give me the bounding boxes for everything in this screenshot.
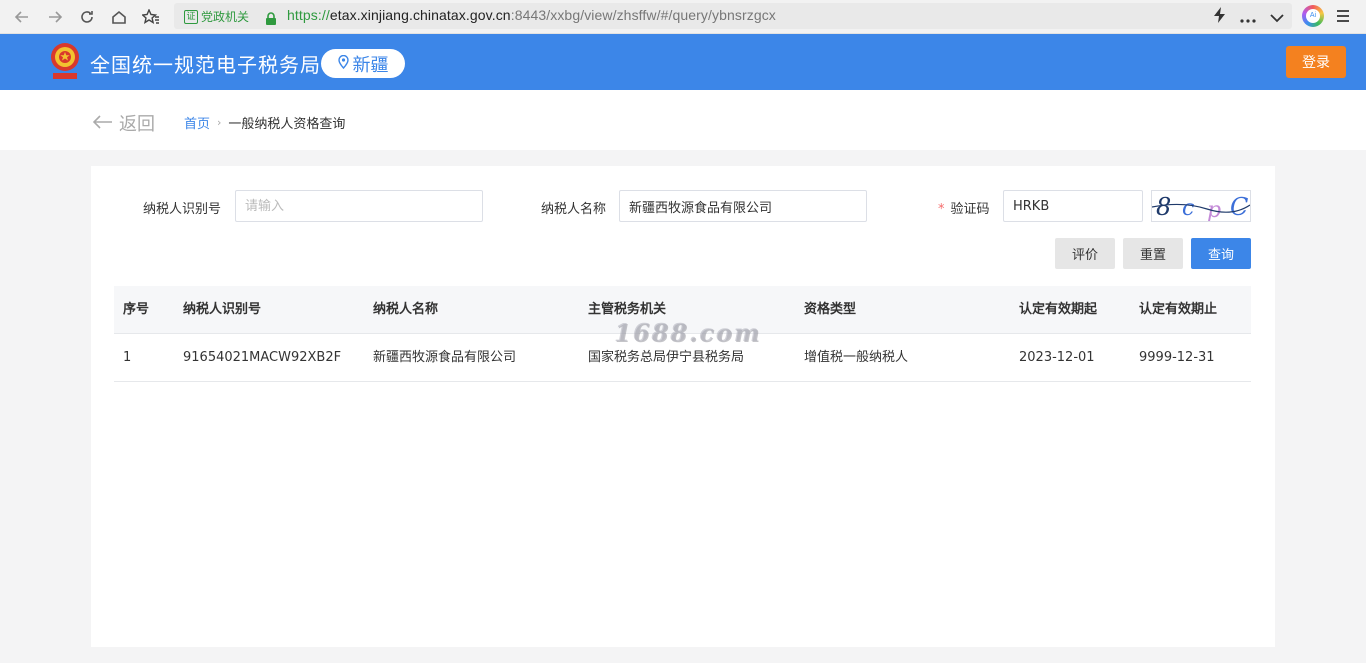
url-path: :8443/xxbg/view/zhsffw/#/query/ybnsrzgcx [510, 7, 776, 23]
browser-toolbar: 证 党政机关 https://etax.xinjiang.chinatax.go… [0, 0, 1366, 34]
taxpayer-id-input[interactable] [235, 190, 483, 222]
evaluate-button[interactable]: 评价 [1055, 238, 1115, 269]
tax-emblem-icon [48, 41, 82, 83]
region-selector[interactable]: 新疆 [321, 49, 405, 78]
svg-text:8: 8 [1156, 193, 1171, 221]
chevron-down-icon[interactable] [1270, 8, 1284, 27]
cert-badge: 证 党政机关 [184, 8, 249, 25]
breadcrumb-bar: 返回 首页 › 一般纳税人资格查询 [0, 90, 1366, 150]
forward-arrow-icon[interactable] [43, 5, 67, 29]
home-icon[interactable] [107, 5, 131, 29]
cell-taxpayer-id: 91654021MACW92XB2F [183, 350, 342, 365]
bookmark-star-icon[interactable] [139, 5, 163, 29]
cell-qualification-type: 增值税一般纳税人 [804, 350, 909, 365]
breadcrumb-current: 一般纳税人资格查询 [228, 117, 346, 132]
address-bar[interactable]: 证 党政机关 https://etax.xinjiang.chinatax.go… [174, 3, 1292, 29]
back-label: 返回 [119, 114, 155, 135]
header-qualification-type: 资格类型 [804, 302, 857, 317]
lock-icon [265, 10, 277, 29]
captcha-label: * 验证码 [938, 198, 990, 217]
header-taxpayer-id: 纳税人识别号 [183, 302, 262, 317]
back-arrow-icon [92, 113, 113, 134]
hamburger-menu-icon[interactable] [1336, 8, 1350, 27]
header-valid-from: 认定有效期起 [1019, 302, 1098, 317]
cell-index: 1 [123, 350, 132, 365]
taxpayer-name-input[interactable] [619, 190, 867, 222]
region-label: 新疆 [352, 54, 389, 76]
profile-label: Ai [1306, 9, 1320, 23]
query-button[interactable]: 查询 [1191, 238, 1251, 269]
breadcrumb: 首页 › 一般纳税人资格查询 [184, 113, 345, 132]
cell-valid-to: 9999-12-31 [1139, 350, 1215, 365]
url-host: etax.xinjiang.chinatax.gov.cn [329, 7, 511, 23]
more-dots-icon[interactable] [1240, 8, 1256, 27]
profile-icon[interactable]: Ai [1302, 5, 1324, 27]
query-card: 纳税人识别号 纳税人名称 * 验证码 8 c p C 评价 重置 查询 序号 纳税… [91, 166, 1275, 647]
lightning-icon[interactable] [1214, 7, 1226, 27]
site-title: 全国统一规范电子税务局 [90, 53, 321, 77]
location-pin-icon [337, 53, 349, 74]
header-valid-to: 认定有效期止 [1139, 302, 1218, 317]
site-header: 全国统一规范电子税务局 新疆 登录 [0, 34, 1366, 90]
certificate-icon: 证 [184, 9, 198, 24]
taxpayer-name-label: 纳税人名称 [541, 202, 607, 217]
reload-icon[interactable] [75, 5, 99, 29]
url-protocol: https:// [287, 7, 330, 23]
watermark: 1688.com [614, 318, 762, 347]
back-arrow-icon[interactable] [10, 5, 34, 29]
captcha-input[interactable] [1003, 190, 1143, 222]
cert-label: 党政机关 [201, 10, 250, 24]
url-text: https://etax.xinjiang.chinatax.gov.cn:84… [287, 7, 776, 23]
breadcrumb-home[interactable]: 首页 [184, 113, 210, 132]
login-button[interactable]: 登录 [1286, 46, 1346, 78]
reset-button[interactable]: 重置 [1123, 238, 1183, 269]
cell-taxpayer-name: 新疆西牧源食品有限公司 [373, 350, 517, 365]
back-link[interactable]: 返回 [92, 110, 155, 136]
cell-valid-from: 2023-12-01 [1019, 350, 1095, 365]
captcha-label-text: 验证码 [950, 202, 990, 217]
taxpayer-id-label: 纳税人识别号 [143, 202, 222, 217]
address-bar-actions [1214, 7, 1284, 27]
svg-text:c: c [1182, 196, 1194, 221]
header-taxpayer-name: 纳税人名称 [373, 302, 439, 317]
captcha-image[interactable]: 8 c p C [1151, 190, 1251, 223]
header-index: 序号 [123, 302, 150, 317]
chevron-right-icon: › [217, 116, 222, 129]
required-marker: * [938, 202, 945, 217]
